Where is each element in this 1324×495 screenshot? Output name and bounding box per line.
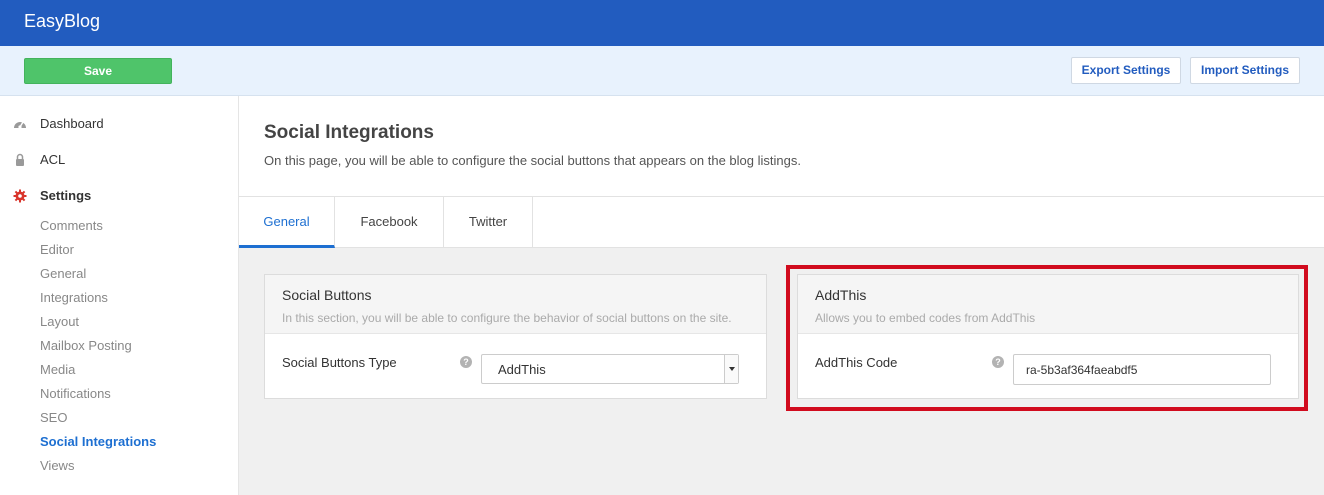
sidebar-item-dashboard[interactable]: Dashboard — [0, 110, 239, 138]
addthis-code-input[interactable] — [1013, 354, 1271, 385]
sidebar-item-settings[interactable]: Settings — [0, 182, 239, 210]
help-icon[interactable]: ? — [992, 356, 1004, 368]
export-settings-button[interactable]: Export Settings — [1071, 57, 1181, 84]
select-value: AddThis — [498, 362, 546, 377]
save-button[interactable]: Save — [24, 58, 172, 84]
sidebar-item-label: ACL — [40, 152, 66, 167]
top-bar: EasyBlog — [0, 0, 1324, 46]
addthis-panel: AddThis Allows you to embed codes from A… — [797, 274, 1299, 399]
sidebar-subitem-layout[interactable]: Layout — [40, 314, 79, 329]
social-buttons-panel: Social Buttons In this section, you will… — [264, 274, 767, 399]
field-label: Social Buttons Type — [282, 355, 397, 370]
sidebar-item-label: Dashboard — [40, 116, 104, 131]
page-title: Social Integrations — [264, 122, 434, 143]
help-icon[interactable]: ? — [460, 356, 472, 368]
panel-title: Social Buttons — [282, 287, 372, 303]
app-brand[interactable]: EasyBlog — [24, 11, 100, 32]
sidebar-item-acl[interactable]: ACL — [0, 146, 239, 174]
main-content: Social Integrations On this page, you wi… — [239, 96, 1324, 495]
page-description: On this page, you will be able to config… — [264, 153, 801, 168]
tab-general[interactable]: General — [239, 197, 335, 248]
import-settings-button[interactable]: Import Settings — [1190, 57, 1300, 84]
sidebar-subitem-social-integrations[interactable]: Social Integrations — [40, 434, 156, 449]
sidebar-subitem-notifications[interactable]: Notifications — [40, 386, 111, 401]
sidebar-subitem-seo[interactable]: SEO — [40, 410, 67, 425]
sidebar-subitem-media[interactable]: Media — [40, 362, 75, 377]
action-bar: Save Export Settings Import Settings — [0, 46, 1324, 96]
tab-bar: General Facebook Twitter — [239, 197, 1324, 248]
sidebar-item-label: Settings — [40, 188, 92, 203]
sidebar-subitem-general[interactable]: General — [40, 266, 86, 281]
field-label: AddThis Code — [815, 355, 898, 370]
sidebar-subitem-integrations[interactable]: Integrations — [40, 290, 108, 305]
lock-icon — [16, 153, 24, 166]
tab-facebook[interactable]: Facebook — [335, 197, 444, 248]
panel-description: In this section, you will be able to con… — [282, 311, 732, 325]
panel-description: Allows you to embed codes from AddThis — [815, 311, 1036, 325]
sidebar-subitem-mailbox-posting[interactable]: Mailbox Posting — [40, 338, 132, 353]
sidebar-subitem-views[interactable]: Views — [40, 458, 74, 473]
sidebar-subitem-editor[interactable]: Editor — [40, 242, 74, 257]
tab-twitter[interactable]: Twitter — [444, 197, 533, 248]
panel-header — [265, 275, 766, 334]
dashboard-icon — [14, 121, 26, 129]
social-buttons-type-select[interactable]: AddThis — [481, 354, 739, 384]
panel-title: AddThis — [815, 287, 867, 303]
page-header: Social Integrations On this page, you wi… — [239, 96, 1324, 197]
sidebar-subitem-comments[interactable]: Comments — [40, 218, 103, 233]
chevron-down-icon — [724, 355, 738, 383]
gear-icon — [13, 189, 27, 203]
sidebar: Dashboard ACL Settings Comments Editor G… — [0, 96, 239, 495]
panel-header — [798, 275, 1298, 334]
